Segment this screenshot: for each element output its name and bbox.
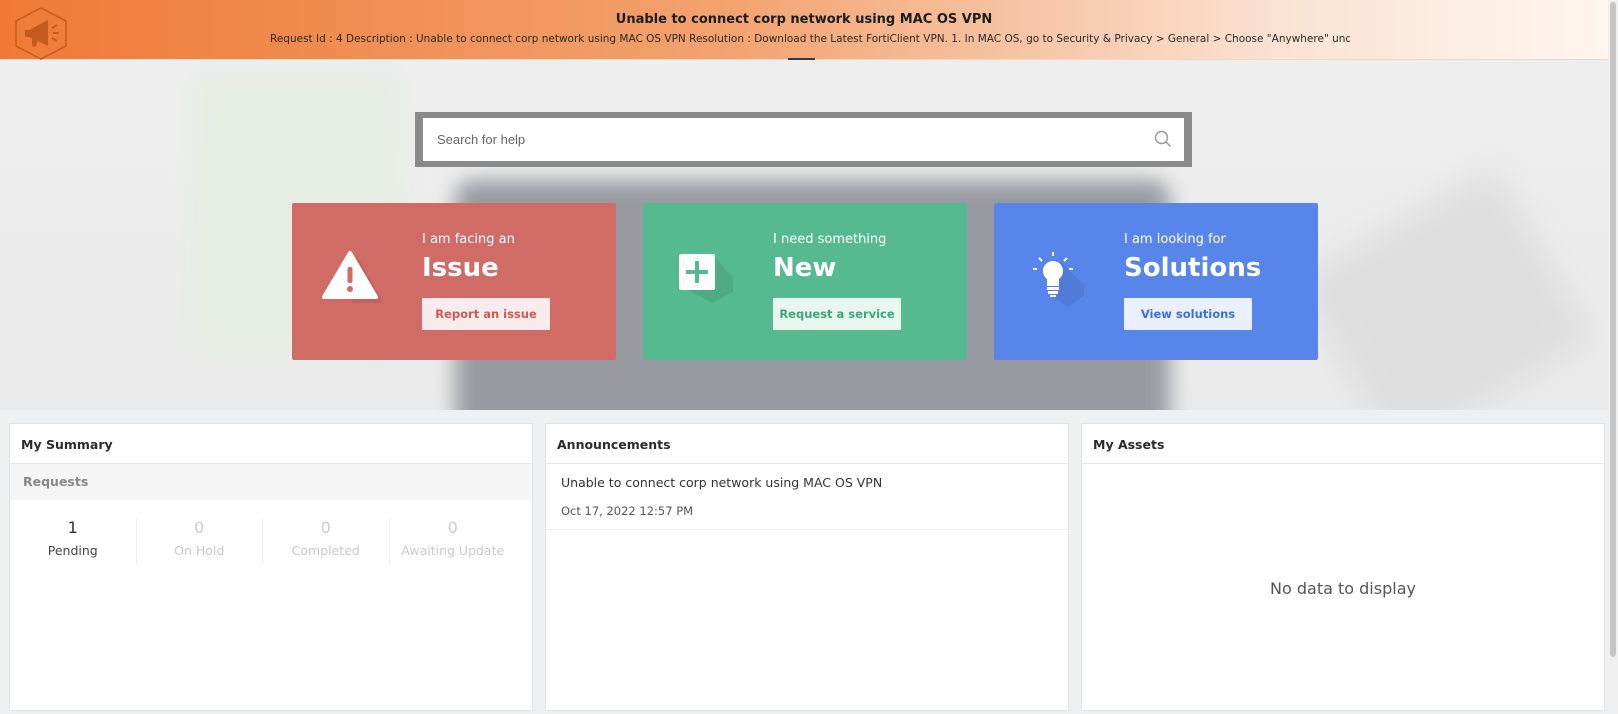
announcements-panel: Announcements Unable to connect corp net… — [545, 423, 1069, 711]
my-summary-title: My Summary — [10, 424, 532, 464]
my-assets-panel: My Assets No data to display — [1081, 423, 1605, 711]
stat-pending[interactable]: 1 Pending — [10, 518, 137, 564]
announcement-item[interactable]: Unable to connect corp network using MAC… — [546, 464, 1068, 530]
announcement-title[interactable]: Unable to connect corp network using MAC… — [561, 475, 1053, 490]
stat-label: Pending — [47, 543, 98, 558]
announcement-banner: Unable to connect corp network using MAC… — [0, 0, 1608, 60]
banner-description: Request Id : 4 Description : Unable to c… — [270, 33, 1350, 45]
announcements-title: Announcements — [546, 424, 1068, 464]
stat-label: Completed — [291, 543, 360, 558]
new-request-card: I need something New Request a service — [643, 203, 967, 360]
request-service-button[interactable]: Request a service — [773, 298, 901, 330]
stat-value: 0 — [320, 518, 331, 537]
no-data-message: No data to display — [1270, 579, 1416, 598]
report-issue-button[interactable]: Report an issue — [422, 298, 550, 330]
plus-icon — [679, 254, 733, 303]
stat-completed[interactable]: 0 Completed — [263, 518, 390, 564]
warning-icon — [322, 251, 382, 303]
hero-section: I am facing an Issue Report an issue I n… — [0, 60, 1608, 410]
solutions-card: I am looking for Solutions View solution… — [994, 203, 1318, 360]
page-scrollbar[interactable] — [1608, 0, 1618, 714]
requests-section-header: Requests — [10, 464, 532, 500]
search-bar — [415, 112, 1192, 167]
stat-awaiting-update[interactable]: 0 Awaiting Update — [390, 518, 517, 564]
my-assets-title: My Assets — [1082, 424, 1604, 464]
my-summary-panel: My Summary Requests 1 Pending 0 On Hold … — [9, 423, 533, 711]
stat-value: 0 — [447, 518, 458, 537]
solutions-card-title: Solutions — [1124, 253, 1262, 283]
stat-label: On Hold — [174, 543, 225, 558]
view-solutions-button[interactable]: View solutions — [1124, 298, 1252, 330]
new-card-subtitle: I need something — [773, 232, 887, 247]
issue-card-title: Issue — [422, 253, 499, 283]
stat-value: 0 — [194, 518, 205, 537]
scrollbar-thumb[interactable] — [1610, 2, 1616, 657]
lightbulb-icon — [1033, 252, 1084, 307]
solutions-card-subtitle: I am looking for — [1124, 232, 1226, 247]
request-stats: 1 Pending 0 On Hold 0 Completed 0 Awaiti… — [10, 518, 532, 564]
search-icon[interactable] — [1154, 130, 1172, 148]
stat-label: Awaiting Update — [401, 543, 505, 558]
banner-title[interactable]: Unable to connect corp network using MAC… — [0, 12, 1608, 27]
announcement-date: Oct 17, 2022 12:57 PM — [561, 504, 694, 518]
issue-card: I am facing an Issue Report an issue — [292, 203, 616, 360]
stat-value: 1 — [67, 518, 78, 537]
new-card-title: New — [773, 253, 837, 283]
search-input[interactable] — [423, 118, 1184, 161]
issue-card-subtitle: I am facing an — [422, 232, 515, 247]
stat-on-hold[interactable]: 0 On Hold — [137, 518, 263, 564]
